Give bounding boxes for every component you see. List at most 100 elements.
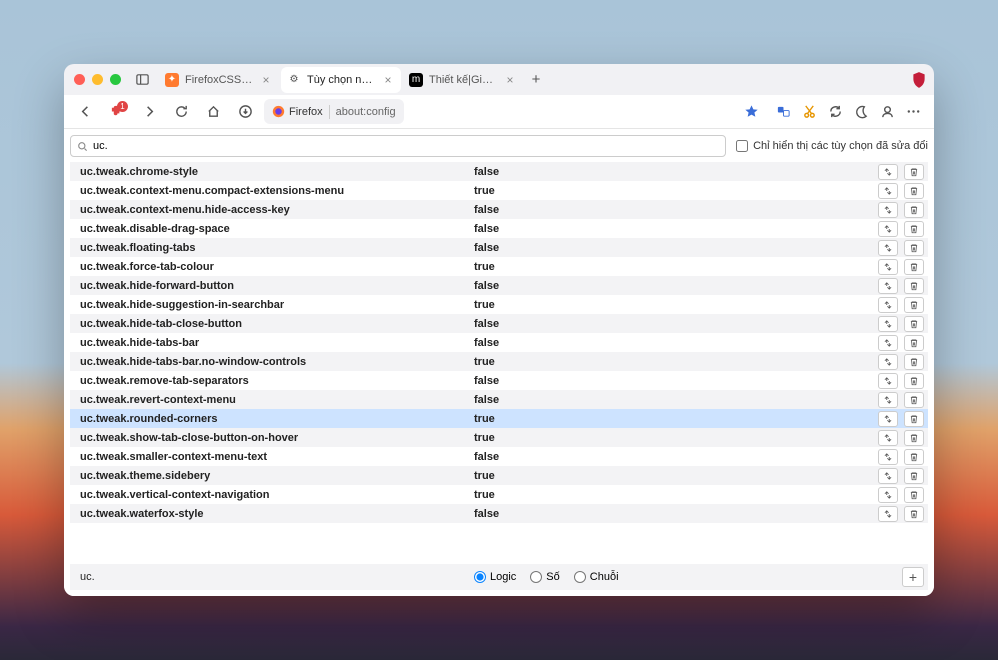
delete-pref-button[interactable] bbox=[904, 183, 924, 199]
url-bar[interactable]: Firefox about:config bbox=[264, 99, 404, 124]
pref-row[interactable]: uc.tweak.hide-tab-close-buttonfalse bbox=[70, 314, 928, 333]
toggle-pref-button[interactable] bbox=[878, 468, 898, 484]
maximize-window-button[interactable] bbox=[110, 74, 121, 85]
pref-row[interactable]: uc.tweak.vertical-context-navigationtrue bbox=[70, 485, 928, 504]
sidebar-toggle-button[interactable] bbox=[129, 67, 155, 93]
pref-type-radio[interactable] bbox=[474, 571, 486, 583]
pref-row[interactable]: uc.tweak.theme.sideberytrue bbox=[70, 466, 928, 485]
tab[interactable]: ✦FirefoxCSS Store× bbox=[159, 67, 279, 93]
delete-pref-button[interactable] bbox=[904, 411, 924, 427]
delete-pref-button[interactable] bbox=[904, 468, 924, 484]
pref-row[interactable]: uc.tweak.hide-tabs-bar.no-window-control… bbox=[70, 352, 928, 371]
pref-row[interactable]: uc.tweak.remove-tab-separatorsfalse bbox=[70, 371, 928, 390]
back-button[interactable] bbox=[72, 99, 98, 125]
toggle-pref-button[interactable] bbox=[878, 202, 898, 218]
account-button[interactable] bbox=[874, 99, 900, 125]
toggle-pref-button[interactable] bbox=[878, 164, 898, 180]
new-tab-button[interactable]: + bbox=[525, 69, 547, 91]
pref-type-radio[interactable] bbox=[574, 571, 586, 583]
toggle-pref-button[interactable] bbox=[878, 316, 898, 332]
toggle-pref-button[interactable] bbox=[878, 221, 898, 237]
tab-close-button[interactable]: × bbox=[259, 73, 273, 87]
downloads-button[interactable] bbox=[232, 99, 258, 125]
bookmark-star-button[interactable] bbox=[738, 99, 764, 125]
identity-box[interactable]: Firefox bbox=[272, 105, 323, 118]
dark-mode-button[interactable] bbox=[848, 99, 874, 125]
delete-pref-button[interactable] bbox=[904, 316, 924, 332]
toggle-pref-button[interactable] bbox=[878, 278, 898, 294]
pref-row[interactable]: uc.tweak.disable-drag-spacefalse bbox=[70, 219, 928, 238]
delete-pref-button[interactable] bbox=[904, 354, 924, 370]
pref-row[interactable]: uc.tweak.show-tab-close-button-on-hovert… bbox=[70, 428, 928, 447]
forward-button[interactable] bbox=[136, 99, 162, 125]
delete-pref-button[interactable] bbox=[904, 335, 924, 351]
delete-pref-button[interactable] bbox=[904, 373, 924, 389]
home-button[interactable] bbox=[200, 99, 226, 125]
pref-row[interactable]: uc.tweak.floating-tabsfalse bbox=[70, 238, 928, 257]
delete-pref-button[interactable] bbox=[904, 259, 924, 275]
pref-row[interactable]: uc.tweak.revert-context-menufalse bbox=[70, 390, 928, 409]
reload-button[interactable] bbox=[168, 99, 194, 125]
pref-row[interactable]: uc.tweak.hide-tabs-barfalse bbox=[70, 333, 928, 352]
pref-search-box[interactable] bbox=[70, 135, 726, 157]
delete-pref-button[interactable] bbox=[904, 297, 924, 313]
minimize-window-button[interactable] bbox=[92, 74, 103, 85]
toggle-pref-button[interactable] bbox=[878, 449, 898, 465]
pref-row[interactable]: uc.tweak.waterfox-stylefalse bbox=[70, 504, 928, 523]
delete-pref-button[interactable] bbox=[904, 240, 924, 256]
pref-type-radio[interactable] bbox=[530, 571, 542, 583]
delete-pref-button[interactable] bbox=[904, 449, 924, 465]
close-window-button[interactable] bbox=[74, 74, 85, 85]
tab[interactable]: ⚙Tùy chọn nâng cao× bbox=[281, 67, 401, 93]
delete-pref-button[interactable] bbox=[904, 278, 924, 294]
add-pref-button[interactable]: + bbox=[902, 567, 924, 587]
toggle-pref-button[interactable] bbox=[878, 335, 898, 351]
pref-name: uc.tweak.vertical-context-navigation bbox=[80, 489, 474, 501]
toggle-pref-button[interactable] bbox=[878, 487, 898, 503]
delete-pref-button[interactable] bbox=[904, 392, 924, 408]
toggle-pref-button[interactable] bbox=[878, 506, 898, 522]
toggle-pref-button[interactable] bbox=[878, 183, 898, 199]
toggle-pref-button[interactable] bbox=[878, 411, 898, 427]
delete-pref-button[interactable] bbox=[904, 430, 924, 446]
delete-pref-button[interactable] bbox=[904, 202, 924, 218]
toggle-pref-button[interactable] bbox=[878, 240, 898, 256]
browser-window: ✦FirefoxCSS Store×⚙Tùy chọn nâng cao×mTh… bbox=[64, 64, 934, 596]
pref-type-option[interactable]: Logic bbox=[474, 571, 516, 583]
tab[interactable]: mThiết kế|Giao diện Tab - Mozil…× bbox=[403, 67, 523, 93]
pref-row[interactable]: uc.tweak.chrome-stylefalse bbox=[70, 162, 928, 181]
tab-close-button[interactable]: × bbox=[381, 73, 395, 87]
pref-row[interactable]: uc.tweak.smaller-context-menu-textfalse bbox=[70, 447, 928, 466]
pref-row[interactable]: uc.tweak.force-tab-colourtrue bbox=[70, 257, 928, 276]
pref-row[interactable]: uc.tweak.hide-suggestion-in-searchbartru… bbox=[70, 295, 928, 314]
pref-row[interactable]: uc.tweak.context-menu.compact-extensions… bbox=[70, 181, 928, 200]
tab-close-button[interactable]: × bbox=[503, 73, 517, 87]
toggle-pref-button[interactable] bbox=[878, 297, 898, 313]
pref-search-input[interactable] bbox=[93, 136, 719, 156]
extensions-button[interactable]: 1 bbox=[104, 99, 130, 125]
pref-row[interactable]: uc.tweak.rounded-cornerstrue bbox=[70, 409, 928, 428]
pref-type-option[interactable]: Số bbox=[530, 571, 559, 583]
pref-row[interactable]: uc.tweak.context-menu.hide-access-keyfal… bbox=[70, 200, 928, 219]
toggle-pref-button[interactable] bbox=[878, 373, 898, 389]
pref-name: uc.tweak.hide-tab-close-button bbox=[80, 318, 474, 330]
delete-pref-button[interactable] bbox=[904, 221, 924, 237]
toggle-pref-button[interactable] bbox=[878, 392, 898, 408]
delete-pref-button[interactable] bbox=[904, 506, 924, 522]
app-menu-button[interactable] bbox=[900, 99, 926, 125]
toggle-pref-button[interactable] bbox=[878, 430, 898, 446]
toggle-pref-button[interactable] bbox=[878, 354, 898, 370]
show-modified-only-checkbox[interactable]: Chỉ hiển thị các tùy chọn đã sửa đổi bbox=[736, 140, 928, 152]
refresh-extension-button[interactable] bbox=[822, 99, 848, 125]
pref-row[interactable]: uc.tweak.hide-forward-buttonfalse bbox=[70, 276, 928, 295]
tracking-protection-icon[interactable] bbox=[910, 71, 928, 89]
cut-button[interactable] bbox=[796, 99, 822, 125]
delete-pref-button[interactable] bbox=[904, 164, 924, 180]
delete-pref-button[interactable] bbox=[904, 487, 924, 503]
show-modified-only-input[interactable] bbox=[736, 140, 748, 152]
pref-type-option[interactable]: Chuỗi bbox=[574, 571, 619, 583]
toggle-pref-button[interactable] bbox=[878, 259, 898, 275]
translate-button[interactable] bbox=[770, 99, 796, 125]
pref-name: uc.tweak.hide-forward-button bbox=[80, 280, 474, 292]
pref-value: false bbox=[474, 394, 878, 406]
